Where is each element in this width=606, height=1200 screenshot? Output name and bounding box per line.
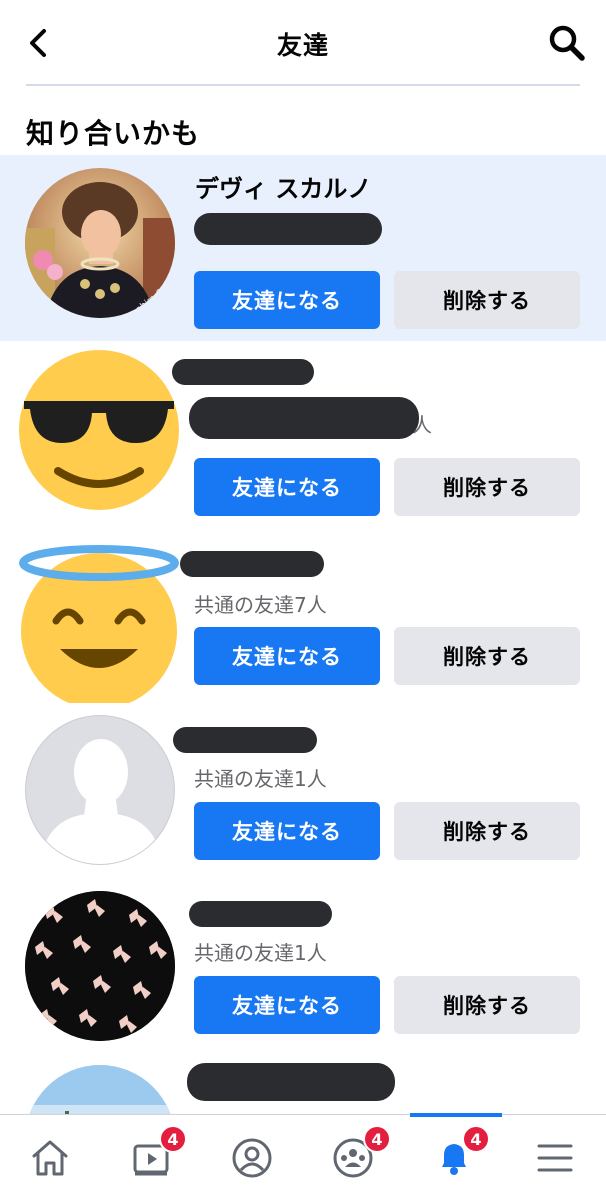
- mutual-friends: 共通の友達7人: [194, 593, 327, 617]
- home-icon: [32, 1140, 68, 1176]
- redacted-name: [180, 551, 324, 577]
- avatar[interactable]: [16, 537, 182, 709]
- add-friend-button[interactable]: 友達になる: [194, 802, 380, 860]
- suggestion-card: Masahiro Okamura デヴィ スカルノ 友達になる 削除する: [0, 155, 606, 341]
- avatar[interactable]: [18, 349, 180, 511]
- top-bar: 友達: [0, 0, 606, 86]
- add-friend-button[interactable]: 友達になる: [194, 271, 380, 329]
- menu-icon: [537, 1144, 573, 1172]
- section-title: 知り合いかも: [26, 117, 201, 150]
- add-friend-button[interactable]: 友達になる: [194, 458, 380, 516]
- suggestion-card: 共通の友達1人 友達になる 削除する: [0, 707, 606, 881]
- notification-badge: 4: [462, 1125, 490, 1153]
- avatar[interactable]: [25, 1065, 175, 1115]
- notification-badge: 4: [159, 1125, 187, 1153]
- redacted-mutual: [194, 213, 382, 245]
- friend-name[interactable]: デヴィ スカルノ: [195, 169, 371, 204]
- suggestion-card: 人 友達になる 削除する: [0, 341, 606, 527]
- tab-video[interactable]: 4: [101, 1115, 201, 1200]
- friends-screen: 友達 知り合いかも Masahiro Okamura デヴィ スカルノ 友達にな…: [0, 0, 606, 1200]
- suggestion-card: 共通の友達1人 友達になる 削除する: [0, 881, 606, 1055]
- add-friend-button[interactable]: 友達になる: [194, 976, 380, 1034]
- tab-profile[interactable]: [202, 1115, 302, 1200]
- tab-home[interactable]: [0, 1115, 100, 1200]
- redacted-name: [173, 727, 317, 753]
- remove-button[interactable]: 削除する: [394, 976, 580, 1034]
- tab-notifications[interactable]: 4: [404, 1115, 504, 1200]
- suggestion-card: [0, 1055, 606, 1115]
- bottom-tab-bar: 4 4 4: [0, 1113, 606, 1200]
- header-divider: [26, 84, 580, 86]
- search-icon[interactable]: [548, 24, 586, 62]
- mutual-friends: 共通の友達1人: [194, 767, 327, 791]
- redacted-mutual: [189, 397, 419, 439]
- avatar[interactable]: Masahiro Okamura: [25, 168, 175, 318]
- page-title: 友達: [276, 31, 329, 60]
- profile-icon: [232, 1138, 272, 1178]
- avatar[interactable]: [25, 891, 175, 1041]
- remove-button[interactable]: 削除する: [394, 458, 580, 516]
- remove-button[interactable]: 削除する: [394, 271, 580, 329]
- redacted-name: [189, 901, 332, 927]
- redacted-name: [172, 359, 314, 385]
- notification-badge: 4: [363, 1125, 391, 1153]
- tab-groups[interactable]: 4: [303, 1115, 403, 1200]
- remove-button[interactable]: 削除する: [394, 627, 580, 685]
- add-friend-button[interactable]: 友達になる: [194, 627, 380, 685]
- suggestion-card: 共通の友達7人 友達になる 削除する: [0, 527, 606, 709]
- remove-button[interactable]: 削除する: [394, 802, 580, 860]
- redacted-name: [187, 1063, 395, 1101]
- mutual-friends: 共通の友達1人: [194, 941, 327, 965]
- tab-menu[interactable]: [505, 1115, 605, 1200]
- avatar[interactable]: [25, 715, 175, 865]
